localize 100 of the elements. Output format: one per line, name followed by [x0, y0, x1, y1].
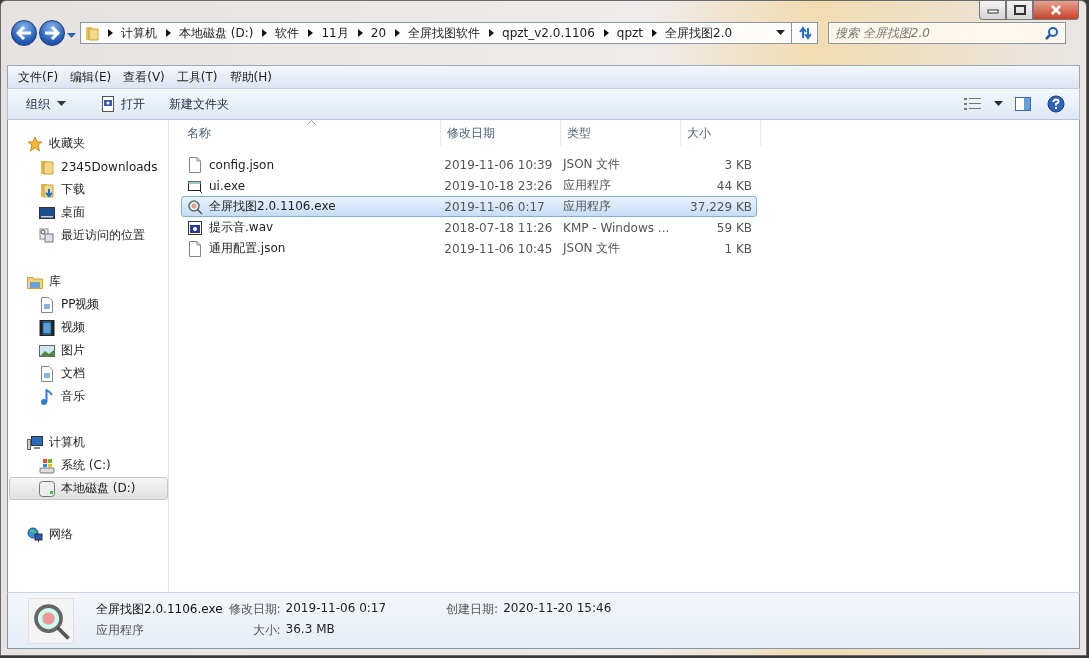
modified-date: 2019-11-06 10:39: [444, 157, 553, 172]
file-size: 3 KB: [724, 157, 752, 172]
file-name: config.json: [209, 157, 275, 172]
modified-date: 2019-11-06 0:17: [444, 199, 545, 214]
breadcrumb[interactable]: 本地磁盘 (D:): [179, 24, 254, 42]
file-name: 提示音.wav: [209, 219, 274, 236]
file-name: ui.exe: [209, 178, 246, 193]
chevron-icon[interactable]: [166, 29, 171, 37]
document-icon: [39, 365, 55, 382]
chevron-icon[interactable]: [489, 29, 495, 37]
dropdown-icon[interactable]: [776, 30, 785, 36]
file-type: 应用程序: [563, 177, 611, 194]
monitor-icon: [39, 204, 55, 221]
breadcrumb[interactable]: 全屏找图2.0: [665, 24, 733, 42]
search-icon: [1045, 26, 1059, 40]
column-header[interactable]: 类型: [561, 120, 681, 146]
chevron-icon[interactable]: [395, 29, 401, 37]
film-icon: [39, 319, 55, 336]
history-dropdown-icon[interactable]: [67, 33, 76, 39]
breadcrumb[interactable]: 20: [370, 26, 387, 40]
menu-item[interactable]: 编辑(E): [64, 68, 118, 86]
navigation-item[interactable]: 本地磁盘 (D:): [9, 477, 168, 500]
column-header[interactable]: 名称: [181, 120, 441, 146]
file-row[interactable]: 全屏找图2.0.1106.exe 2019-11-06 0:17 应用程序 37,229 KB: [181, 196, 757, 217]
navigation-item[interactable]: 下载: [9, 178, 168, 201]
navigation-item[interactable]: 系统 (C:): [9, 454, 168, 477]
close-button[interactable]: [1033, 1, 1079, 20]
chevron-icon[interactable]: [652, 29, 658, 37]
breadcrumb[interactable]: 计算机: [121, 24, 157, 42]
breadcrumb[interactable]: 软件: [275, 24, 300, 42]
breadcrumb[interactable]: 全屏找图软件: [408, 24, 481, 42]
caret-icon[interactable]: [994, 101, 1003, 107]
file-type: JSON 文件: [563, 156, 621, 173]
file-row[interactable]: 提示音.wav 2018-07-18 11:26 KMP - Windows ... 59 KB: [181, 217, 757, 238]
field-value: 36.3 MB: [285, 621, 336, 638]
back-arrow-icon: [16, 26, 32, 40]
network-globe-icon: [27, 526, 43, 543]
toolbar-button[interactable]: 组织: [16, 92, 76, 116]
chevron-icon[interactable]: [603, 29, 609, 37]
folder-icon: [39, 158, 55, 175]
chevron-icon[interactable]: [108, 29, 113, 37]
menu-item[interactable]: 查看(V): [117, 68, 171, 86]
file-size: 37,229 KB: [690, 199, 752, 214]
recent-places-icon: [39, 227, 55, 244]
forward-button[interactable]: [39, 20, 65, 46]
navigation-item[interactable]: 最近访问的位置: [9, 224, 168, 247]
maximize-button[interactable]: [1006, 1, 1033, 20]
navigation-group[interactable]: 计算机: [9, 431, 168, 454]
navigation-item[interactable]: 音乐: [9, 385, 168, 408]
chevron-icon[interactable]: [357, 29, 363, 37]
document-icon: [39, 296, 55, 313]
navigation-group[interactable]: 收藏夹: [9, 132, 168, 155]
file-row[interactable]: config.json 2019-11-06 10:39 JSON 文件 3 KB: [181, 154, 757, 175]
caret-icon: [57, 101, 66, 107]
address-bar[interactable]: 计算机 本地磁盘 (D:) 软件 11月 20 全屏找图软件 qpzt_v2.0.1106 qpzt 全屏找图2.0: [80, 22, 818, 44]
navigation-item[interactable]: 文档: [9, 362, 168, 385]
toolbar-button[interactable]: 新建文件夹: [159, 92, 239, 116]
magnifier-icon: [187, 198, 203, 215]
search-field[interactable]: 搜索 全屏找图2.0: [828, 22, 1066, 44]
file-type: JSON 文件: [563, 240, 621, 257]
file-type: KMP - Windows ...: [563, 220, 670, 235]
file-size: 44 KB: [716, 178, 752, 193]
application-window-icon: [100, 96, 116, 112]
navigation-group[interactable]: 库: [9, 270, 168, 293]
computer-icon: [27, 434, 43, 451]
file-row[interactable]: ui.exe 2019-10-18 23:26 应用程序 44 KB: [181, 175, 757, 196]
help-icon: [1047, 95, 1065, 113]
close-icon: [1050, 5, 1062, 15]
navigation-item[interactable]: 视频: [9, 316, 168, 339]
breadcrumb[interactable]: qpzt: [616, 26, 644, 40]
navigation-item[interactable]: 桌面: [9, 201, 168, 224]
system-drive-icon: [39, 457, 55, 474]
navigation-item[interactable]: 2345Downloads: [9, 155, 168, 178]
menu-item[interactable]: 文件(F): [12, 68, 65, 86]
toolbar-button[interactable]: 打开: [90, 92, 155, 116]
navigation-item[interactable]: 图片: [9, 339, 168, 362]
minimize-button[interactable]: [979, 1, 1006, 20]
selected-file-name: 全屏找图2.0.1106.exe: [96, 600, 223, 618]
back-button[interactable]: [11, 20, 37, 46]
navigation-group[interactable]: 网络: [9, 523, 168, 546]
file-row[interactable]: 通用配置.json 2019-11-06 10:45 JSON 文件 1 KB: [181, 238, 757, 259]
file-size: 59 KB: [716, 220, 752, 235]
modified-date: 2018-07-18 11:26: [444, 220, 553, 235]
picture-icon: [39, 342, 55, 359]
breadcrumb[interactable]: 11月: [321, 24, 349, 42]
field-label: 创建日期:: [446, 600, 499, 618]
breadcrumb[interactable]: qpzt_v2.0.1106: [502, 26, 595, 40]
minimize-icon: [986, 6, 999, 14]
column-header[interactable]: 大小: [681, 120, 761, 146]
menu-item[interactable]: 工具(T): [170, 68, 224, 86]
refresh-arrows-icon: [796, 26, 813, 40]
menu-item[interactable]: 帮助(H): [223, 68, 278, 86]
star-icon: [27, 135, 43, 152]
folder-download-icon: [39, 181, 55, 198]
navigation-item[interactable]: PP视频: [9, 293, 168, 316]
field-value: 2020-11-20 15:46: [503, 600, 612, 617]
chevron-icon[interactable]: [308, 29, 314, 37]
chevron-icon[interactable]: [262, 29, 268, 37]
media-file-icon: [187, 219, 203, 236]
column-header[interactable]: 修改日期: [441, 120, 561, 146]
